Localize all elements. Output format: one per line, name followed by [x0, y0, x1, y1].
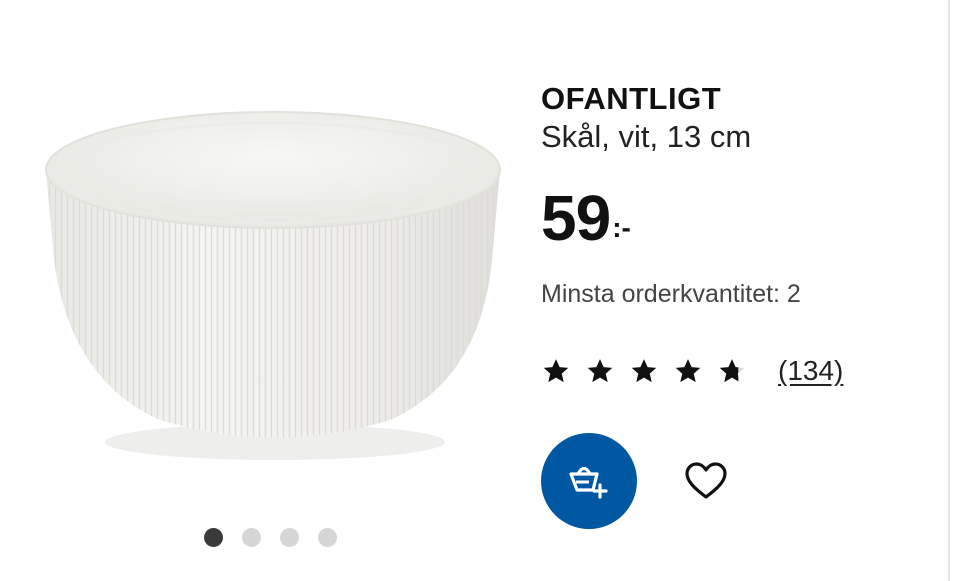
rating-stars	[541, 356, 747, 386]
product-card: OFANTLIGT Skål, vit, 13 cm 59 :- Minsta …	[0, 0, 960, 581]
half-star-icon	[719, 359, 745, 383]
star-icon	[543, 359, 569, 383]
product-description: Skål, vit, 13 cm	[541, 119, 752, 154]
add-to-cart-button[interactable]	[541, 433, 637, 529]
add-to-cart-icon	[569, 466, 608, 499]
carousel-dot-1[interactable]	[204, 528, 223, 547]
carousel-dot-2[interactable]	[242, 528, 261, 547]
review-count-link[interactable]: (134)	[778, 355, 843, 387]
product-image[interactable]	[30, 70, 520, 490]
star-icon	[631, 359, 657, 383]
heart-icon	[685, 462, 727, 499]
edge-divider	[948, 0, 950, 581]
product-price: 59 :-	[541, 186, 631, 250]
star-icon	[587, 359, 613, 383]
minimum-order-quantity: Minsta orderkvantitet: 2	[541, 280, 801, 308]
price-integer: 59	[541, 182, 611, 254]
favourite-button[interactable]	[682, 457, 730, 505]
product-rating[interactable]: (134)	[541, 355, 843, 387]
image-carousel-dots	[204, 528, 337, 547]
price-decimal: :-	[612, 212, 631, 243]
product-info: OFANTLIGT Skål, vit, 13 cm 59 :- Minsta …	[541, 80, 941, 529]
star-icon	[675, 359, 701, 383]
carousel-dot-4[interactable]	[318, 528, 337, 547]
carousel-dot-3[interactable]	[280, 528, 299, 547]
product-name[interactable]: OFANTLIGT	[541, 80, 941, 118]
product-actions	[541, 433, 730, 529]
